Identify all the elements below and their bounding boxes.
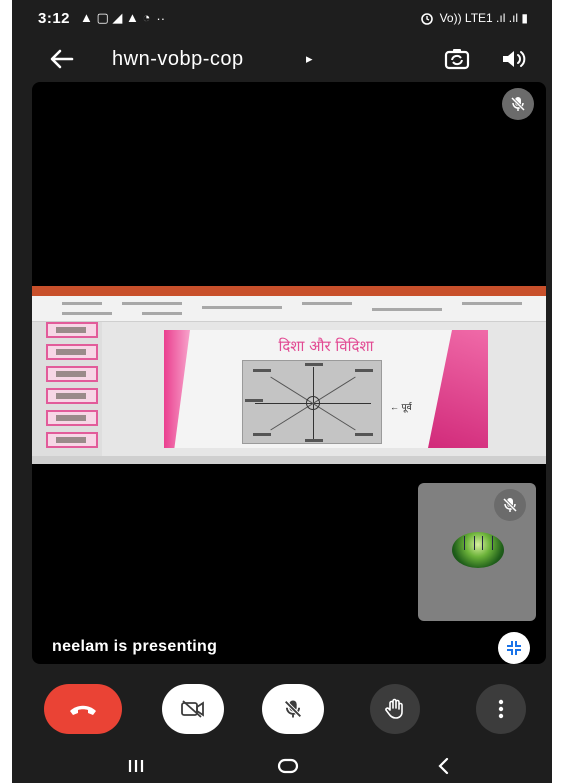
alarm-icon [420,13,433,25]
self-mic-off-indicator [494,489,526,521]
fullscreen-exit-icon [507,641,521,655]
meeting-code-title[interactable]: hwn-vobp-cop [112,48,244,71]
directions-diagram [242,360,382,444]
end-call-button[interactable] [44,684,122,734]
camera-flip-icon[interactable] [444,46,470,72]
video-off-icon [181,700,204,718]
more-options-button[interactable] [476,684,526,734]
more-notifications-dots: ·· [156,10,166,26]
self-view-tile[interactable] [418,483,536,621]
presenter-mic-off-indicator [502,88,534,120]
signal-text: Vo)) LTE1 .ıl .ıl ▮ [439,11,528,25]
raise-hand-button[interactable] [370,684,420,734]
speaker-icon[interactable] [500,46,526,72]
avatar [452,532,504,568]
status-bar: 3:12 ▲ ▢ ◢ ▲ ◔ ·· Vo)) LTE1 .ıl .ıl ▮ [12,0,552,36]
home-icon[interactable] [276,754,300,778]
current-slide: दिशा और विदिशा ← पूर्व [164,330,488,448]
slide-thumbnail [46,410,98,426]
mic-off-icon [502,497,518,513]
slide-thumbnail [46,322,98,338]
slide-thumbnail [46,344,98,360]
slide-thumbnail [46,432,98,448]
fullscreen-exit-button[interactable] [498,632,530,664]
hand-icon [385,698,403,719]
app-bar: hwn-vobp-cop ▸ [12,36,552,84]
microphone-toggle-button[interactable] [262,684,324,734]
phone-screen: 3:12 ▲ ▢ ◢ ▲ ◔ ·· Vo)) LTE1 .ıl .ıl ▮ hw… [12,0,552,783]
slide-thumbnail [46,366,98,382]
mic-off-icon [510,96,526,112]
phone-hangup-icon [70,705,96,715]
notification-icons: ▲ ▢ ◢ ▲ ◔ [80,10,151,25]
app-status-bar [32,456,546,464]
recent-apps-icon[interactable] [124,754,148,778]
presenting-status: neelam is presenting [52,638,218,655]
shared-screen[interactable]: दिशा और विदिशा ← पूर्व [32,286,546,464]
mic-off-icon [284,700,302,718]
slide-thumbnail [46,388,98,404]
back-arrow-icon[interactable] [46,44,76,74]
slide-title: दिशा और विदिशा [278,337,374,355]
slide-direction-label: ← पूर्व [390,402,412,412]
app-title-bar [32,286,546,296]
status-time: 3:12 [38,9,71,27]
caret-right-icon[interactable]: ▸ [306,51,313,67]
back-nav-icon[interactable] [432,754,456,778]
call-controls [12,680,552,736]
system-navigation-bar [12,748,552,783]
app-ribbon [32,296,546,322]
camera-toggle-button[interactable] [162,684,224,734]
meeting-stage: दिशा और विदिशा ← पूर्व neelam is present… [32,82,546,664]
status-right: Vo)) LTE1 .ıl .ıl ▮ [420,11,528,25]
more-vertical-icon [498,699,504,719]
slide-thumbnails-panel [32,322,102,456]
